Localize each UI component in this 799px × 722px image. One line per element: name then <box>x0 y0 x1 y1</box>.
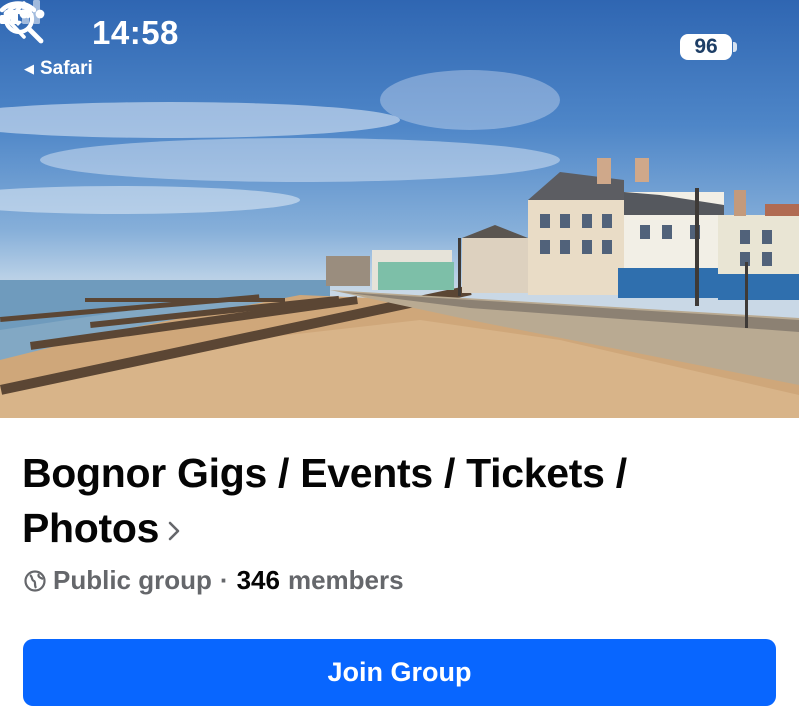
members-label[interactable]: members <box>288 565 404 596</box>
member-count[interactable]: 346 <box>237 565 280 596</box>
group-title-link[interactable]: Bognor Gigs / Events / Tickets / Photos <box>22 446 762 556</box>
battery-tip <box>733 42 737 52</box>
privacy-label: Public group <box>53 565 212 595</box>
group-title: Bognor Gigs / Events / Tickets / Photos <box>22 450 627 551</box>
back-to-safari-link[interactable]: ◀ Safari <box>24 58 93 80</box>
group-meta: Public group · 346 members <box>24 565 404 596</box>
back-app-label: Safari <box>40 58 93 79</box>
group-cover-photo: 14:58 ◀ Safari 96 <box>0 0 799 418</box>
chevron-right-icon <box>168 521 180 541</box>
meta-separator: · <box>219 565 229 595</box>
join-group-button[interactable]: Join Group <box>23 639 776 706</box>
battery-indicator: 96 <box>680 34 732 60</box>
more-icon[interactable] <box>0 0 48 28</box>
status-time: 14:58 <box>92 14 179 51</box>
globe-icon <box>24 569 46 592</box>
back-triangle-icon: ◀ <box>24 61 34 76</box>
status-bar: 14:58 ◀ Safari 96 <box>0 0 799 90</box>
